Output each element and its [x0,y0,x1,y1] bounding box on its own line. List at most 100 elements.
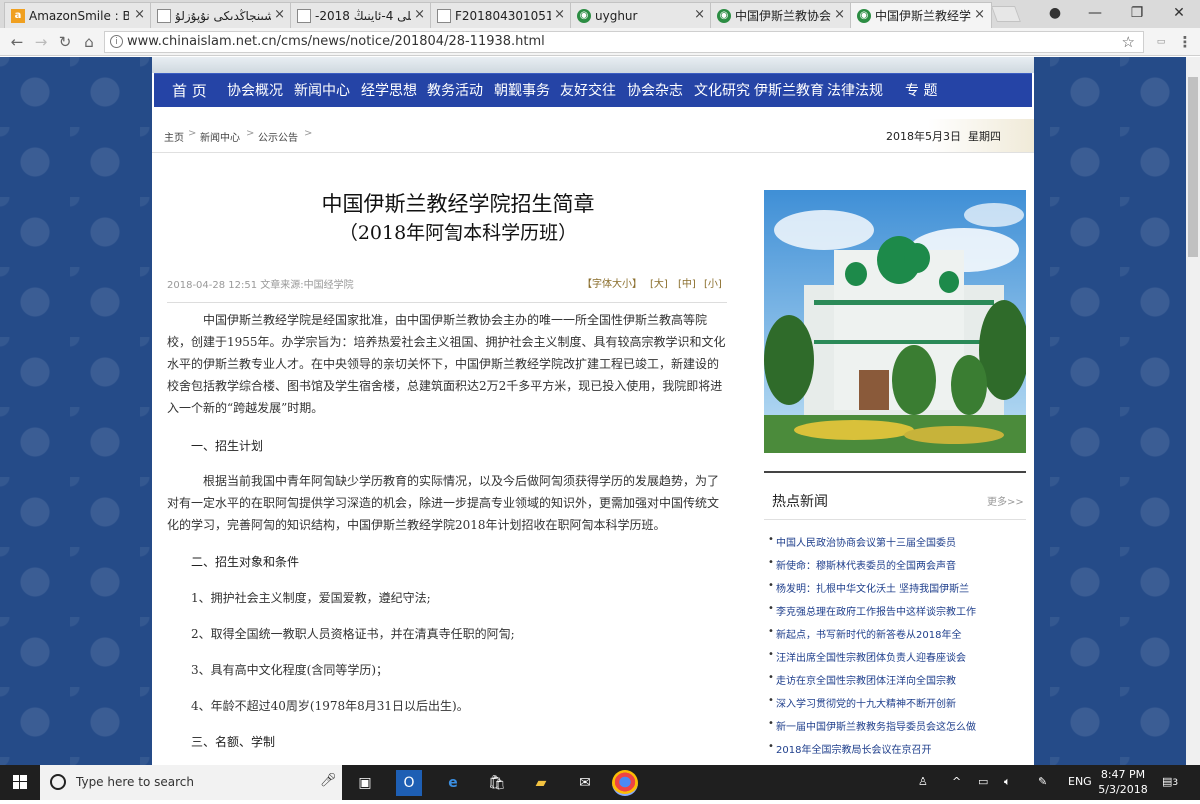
back-icon[interactable]: ← [6,32,28,52]
document-icon [437,9,451,23]
nav-hajj[interactable]: 朝觐事务 [494,74,550,108]
menu-icon[interactable]: ⋮ [1174,32,1196,52]
site-icon: ◉ [717,9,731,23]
chevron-right-icon: > [304,128,313,139]
home-icon[interactable]: ⌂ [78,32,100,52]
news-link[interactable]: 李克强总理在政府工作报告中这样谈宗教工作 [768,603,976,618]
chrome-icon[interactable] [612,770,638,796]
news-link[interactable]: 汪洋出席全国性宗教团体负责人迎春座谈会 [768,649,966,664]
file-explorer-icon[interactable]: ▰ [528,770,554,796]
news-link[interactable]: 走访在京全国性宗教团体汪洋向全国宗教 [768,672,956,687]
news-link[interactable]: 杨发明：扎根中华文化沃土 坚持我国伊斯兰 [768,580,969,595]
scrollbar-thumb[interactable] [1188,77,1198,257]
pen-icon[interactable]: ✎ [1038,775,1047,788]
notifications-icon[interactable]: ▤3 [1162,775,1178,788]
font-small-link[interactable]: [小] [704,275,722,290]
news-link[interactable]: 新一届中国伊斯兰教教务指导委员会这怎么做 [768,718,976,733]
nav-news[interactable]: 新闻中心 [294,74,350,108]
webpage-viewport: 首 页 协会概况 新闻中心 经学思想 教务活动 朝觐事务 友好交往 协会杂志 文… [0,57,1200,765]
browser-tab[interactable]: -2018 يىلى 4-ئاينىڭ × [290,2,432,28]
condition-item: 1、拥护社会主义制度，爱国爱教，遵纪守法; [191,591,431,605]
nav-home[interactable]: 首 页 [172,74,207,108]
bookmark-star-icon[interactable]: ☆ [1122,32,1135,52]
news-link[interactable]: 新使命：穆斯林代表委员的全国两会声音 [768,557,956,572]
language-indicator[interactable]: ENG [1068,775,1092,788]
info-icon[interactable]: i [110,35,123,48]
nav-magazine[interactable]: 协会杂志 [627,74,683,108]
close-tab-icon[interactable]: × [974,7,985,22]
current-date: 2018年5月3日 [886,130,961,143]
news-link[interactable]: 深入学习贯彻党的十九大精神不断开创新 [768,695,956,710]
browser-tab-active[interactable]: ◉ 中国伊斯兰教经学院 × [850,2,992,28]
nav-topics[interactable]: 专 题 [905,74,937,108]
browser-tab[interactable]: ◉ 中国伊斯兰教协会 × [710,2,852,28]
browser-tab[interactable]: شىنجاڭدىكى نۇپۇزلۇ × [150,2,292,28]
url-field[interactable]: i www.chinaislam.net.cn/cms/news/notice/… [104,31,1144,53]
breadcrumb-news[interactable]: 新闻中心 [200,129,240,144]
cortana-icon [50,774,66,790]
reload-icon[interactable]: ↻ [54,32,76,52]
chevron-up-icon[interactable]: ^ [952,775,961,788]
breadcrumb: 主页 > 新闻中心 > 公示公告 > 2018年5月3日 星期四 [152,119,1034,153]
breadcrumb-notice[interactable]: 公示公告 [258,129,298,144]
browser-tab[interactable]: F20180430105155 × [430,2,572,28]
close-tab-icon[interactable]: × [134,7,145,22]
site-icon: ◉ [857,9,871,23]
microphone-icon[interactable]: 🎤︎ [320,773,337,788]
font-large-link[interactable]: [大] [650,275,668,290]
news-link[interactable]: 中国人民政治协商会议第十三届全国委员 [768,534,956,549]
document-icon [157,9,171,23]
profile-icon[interactable]: ● [1038,2,1072,24]
browser-tab[interactable]: a AmazonSmile : Ban × [4,2,152,28]
nav-law[interactable]: 法律法规 [827,74,883,108]
task-view-icon[interactable]: ▣ [352,770,378,796]
more-link[interactable]: 更多>> [987,493,1024,508]
outlook-icon[interactable]: O [396,770,422,796]
close-tab-icon[interactable]: × [554,7,565,22]
battery-icon[interactable]: ▭ [978,775,988,788]
mosque-photo [764,190,1026,453]
article-paragraph: 根据当前我国中青年阿訇缺少学历教育的实际情况，以及今后做阿訇须获得学历的发展趋势… [167,474,720,532]
forward-icon[interactable]: → [30,32,52,52]
close-tab-icon[interactable]: × [694,7,705,22]
chevron-right-icon: > [246,128,255,139]
close-tab-icon[interactable]: × [834,7,845,22]
font-size-controls: 【字体大小】 [大] [中] [小] [582,275,728,290]
close-tab-icon[interactable]: × [274,7,285,22]
hot-news-title: 热点新闻 [772,494,828,510]
nav-religious-affairs[interactable]: 教务活动 [427,74,483,108]
extension-icon[interactable]: ▭ [1150,32,1172,52]
new-tab-button[interactable] [991,6,1021,22]
nav-about[interactable]: 协会概况 [227,74,283,108]
close-tab-icon[interactable]: × [414,7,425,22]
tab-label: AmazonSmile : Ban [29,8,129,23]
tab-label: -2018 يىلى 4-ئاينىڭ [315,8,411,23]
nav-friendship[interactable]: 友好交往 [560,74,616,108]
breadcrumb-home[interactable]: 主页 [164,129,184,144]
edge-icon[interactable]: e [440,770,466,796]
nav-culture[interactable]: 文化研究 [694,74,750,108]
people-icon[interactable]: ♙ [918,775,928,788]
font-medium-link[interactable]: [中] [678,275,696,290]
close-window-button[interactable]: ✕ [1162,2,1196,24]
system-clock[interactable]: 8:47 PM 5/3/2018 [1096,767,1150,797]
condition-item: 3、具有高中文化程度(含同等学历)； [191,663,388,677]
minimize-button[interactable]: — [1078,2,1112,24]
clock-time: 8:47 PM [1100,768,1146,781]
news-link[interactable]: 新起点，书写新时代的新答卷从2018年全 [768,626,961,641]
scrollbar[interactable] [1186,57,1200,765]
news-link[interactable]: 2018年全国宗教局长会议在京召开 [768,741,931,756]
start-button[interactable] [0,765,40,800]
volume-icon[interactable]: 🔈︎ [1004,775,1011,789]
store-icon[interactable]: 🛍︎ [484,770,510,796]
restore-button[interactable]: ❐ [1120,2,1154,24]
taskbar-search[interactable]: Type here to search 🎤︎ [40,765,342,800]
amazon-icon: a [11,9,25,23]
nav-education[interactable]: 伊斯兰教育 [754,74,824,108]
sidebar-divider [764,471,1026,473]
nav-theology[interactable]: 经学思想 [361,74,417,108]
search-placeholder: Type here to search [76,775,194,789]
section-heading: 一、招生计划 [191,439,264,453]
mail-icon[interactable]: ✉ [572,770,598,796]
browser-tab[interactable]: ◉ uyghur × [570,2,712,28]
